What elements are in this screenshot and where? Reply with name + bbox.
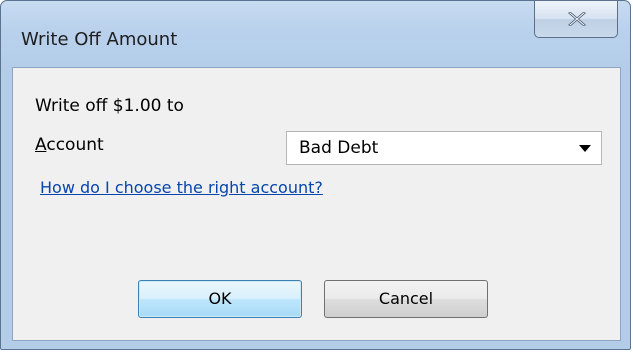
dialog-body: Write off $1.00 to Account Bad Debt How …: [12, 67, 621, 341]
account-label-rest: ccount: [46, 135, 104, 155]
cancel-button[interactable]: Cancel: [324, 280, 488, 318]
close-icon: [568, 12, 586, 26]
account-dropdown[interactable]: Bad Debt: [286, 131, 602, 165]
write-off-amount-text: Write off $1.00 to: [35, 96, 184, 116]
help-choose-account-link[interactable]: How do I choose the right account?: [40, 178, 323, 197]
account-label-accesskey: A: [35, 135, 47, 155]
title-bar[interactable]: Write Off Amount: [1, 1, 630, 67]
dialog-title: Write Off Amount: [21, 29, 178, 50]
close-button[interactable]: [534, 1, 618, 38]
account-label: Account: [35, 135, 104, 155]
ok-button[interactable]: OK: [138, 280, 302, 318]
chevron-down-icon[interactable]: [579, 145, 591, 152]
account-dropdown-value: Bad Debt: [299, 138, 379, 158]
dialog-window: Write Off Amount Write off $1.00 to Acco…: [0, 0, 631, 350]
